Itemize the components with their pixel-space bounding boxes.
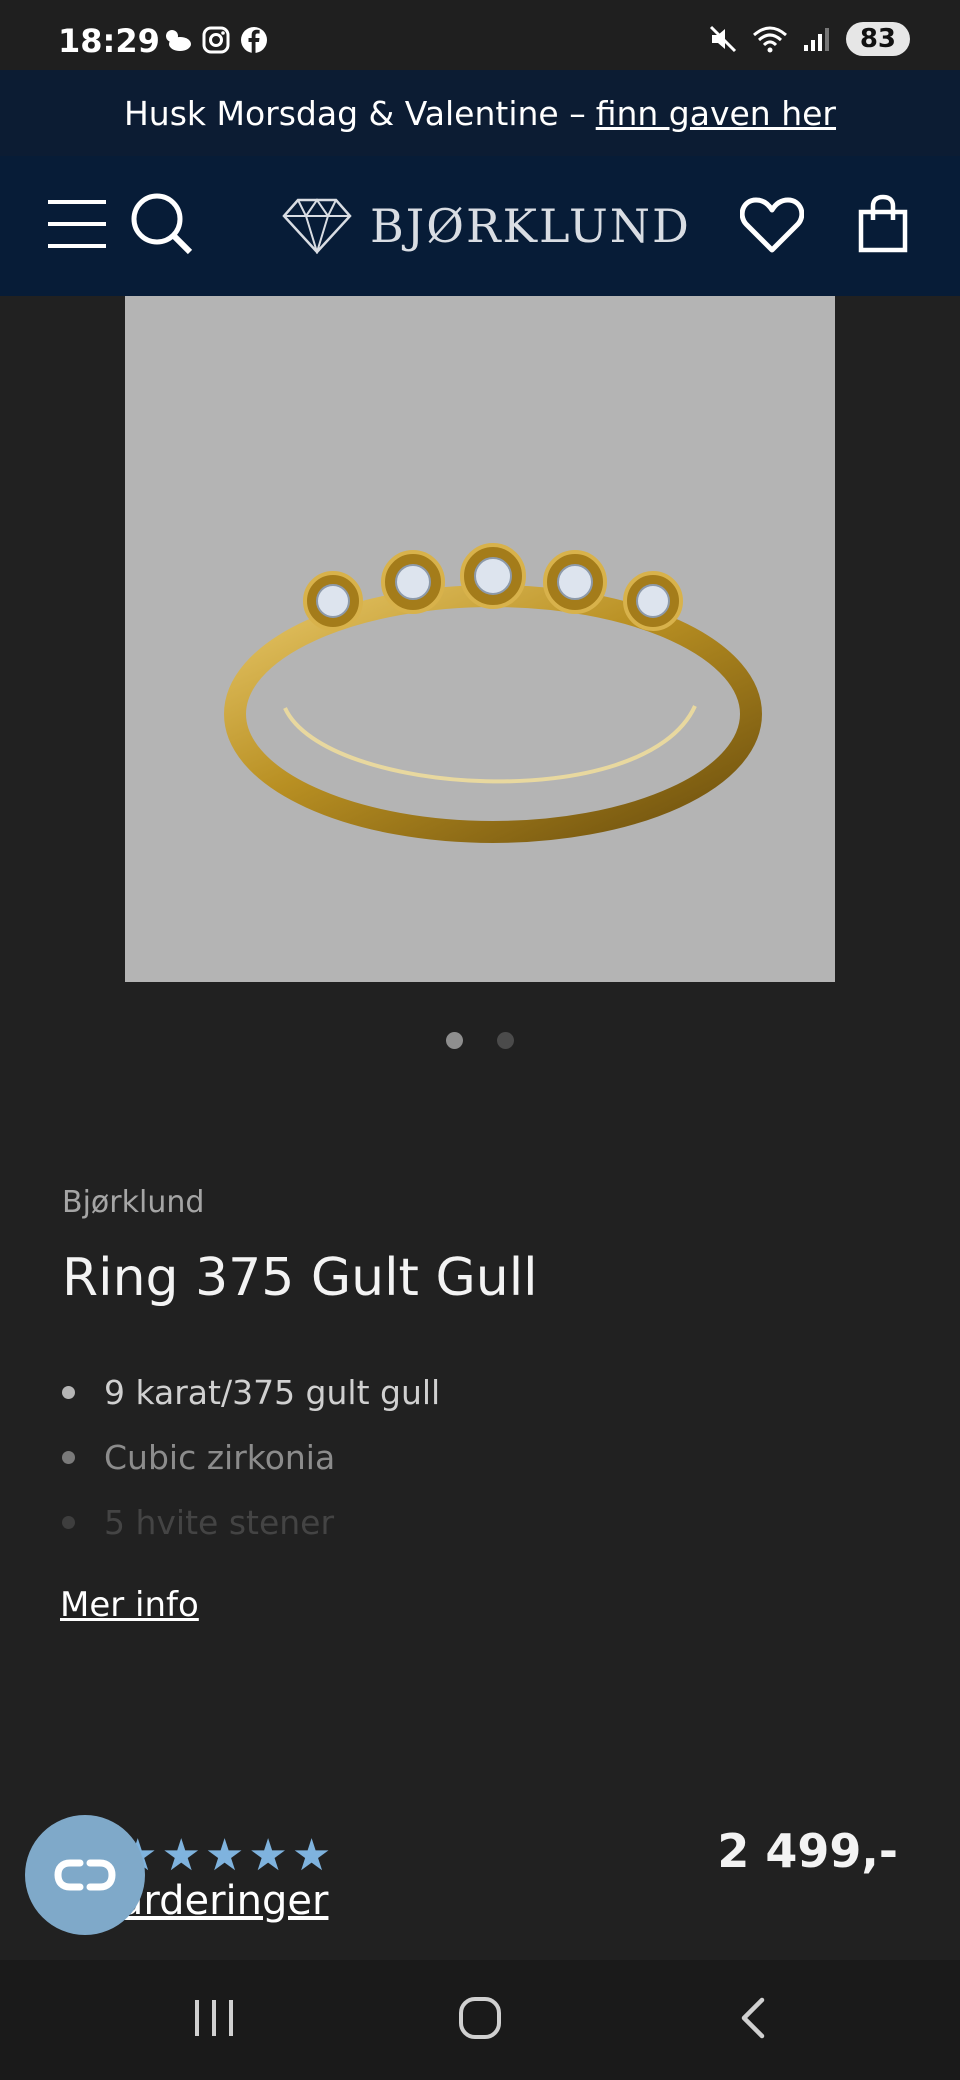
search-icon	[131, 193, 193, 255]
rating-stars[interactable]: ★ ★ ★ ★ ★	[118, 1830, 331, 1881]
chat-icon	[54, 1859, 116, 1891]
signal-icon	[803, 28, 829, 51]
product-title: Ring 375 Gult Gull	[62, 1248, 538, 1308]
instagram-icon	[202, 26, 230, 54]
weather-icon	[166, 30, 191, 51]
back-icon	[741, 1997, 765, 2039]
logo-text: BJØRKLUND	[370, 199, 691, 253]
heart-icon	[739, 197, 805, 253]
site-logo[interactable]: BJØRKLUND	[282, 198, 691, 254]
product-image[interactable]	[125, 296, 835, 982]
more-info-link[interactable]: Mer info	[60, 1585, 199, 1625]
home-button[interactable]	[458, 1996, 502, 2044]
status-bar: 18:29 83	[0, 0, 960, 70]
product-features: 9 karat/375 gult gull Cubic zirkonia 5 h…	[62, 1360, 440, 1555]
recent-apps-button[interactable]	[193, 1996, 235, 2044]
site-header: BJØRKLUND	[0, 156, 960, 296]
feature-text: 9 karat/375 gult gull	[104, 1373, 441, 1412]
status-notification-icons	[162, 26, 268, 54]
gallery-pagination	[0, 1032, 960, 1049]
status-system-icons: 83	[708, 22, 910, 56]
search-button[interactable]	[130, 192, 194, 260]
system-navigation-bar	[0, 1960, 960, 2080]
promo-link[interactable]: finn gaven her	[596, 94, 836, 133]
gallery-dot-1[interactable]	[446, 1032, 463, 1049]
battery-indicator: 83	[845, 22, 910, 56]
back-button[interactable]	[736, 1996, 768, 2044]
product-brand[interactable]: Bjørklund	[62, 1185, 204, 1220]
home-icon	[459, 1997, 501, 2039]
feature-item: 9 karat/375 gult gull	[62, 1360, 440, 1425]
feature-text: Cubic zirkonia	[104, 1438, 336, 1477]
star-icon: ★	[291, 1830, 332, 1881]
recent-apps-icon	[195, 2000, 233, 2036]
status-time: 18:29	[58, 22, 160, 60]
cart-button[interactable]	[858, 194, 908, 258]
ring-illustration	[224, 543, 762, 843]
wifi-icon	[752, 26, 787, 53]
bullet-icon	[62, 1451, 75, 1464]
hamburger-icon	[48, 200, 106, 248]
wishlist-button[interactable]	[739, 196, 805, 258]
product-price: 2 499,-	[717, 1824, 898, 1878]
promo-banner: Husk Morsdag & Valentine – finn gaven he…	[0, 70, 960, 156]
battery-level: 83	[859, 24, 896, 54]
menu-button[interactable]	[48, 196, 106, 256]
chat-bubble-button[interactable]	[25, 1815, 145, 1935]
feature-text: 5 hvite stener	[104, 1503, 335, 1542]
diamond-icon	[282, 198, 352, 254]
feature-item: Cubic zirkonia	[62, 1425, 440, 1490]
promo-text: Husk Morsdag & Valentine –	[123, 93, 586, 133]
mute-icon	[709, 25, 736, 53]
star-icon: ★	[161, 1830, 201, 1881]
facebook-icon	[241, 27, 267, 53]
bullet-icon	[62, 1516, 75, 1529]
gallery-dot-2[interactable]	[497, 1032, 514, 1049]
bullet-icon	[62, 1386, 75, 1399]
reviews-link[interactable]: urderinger	[118, 1878, 328, 1924]
star-icon: ★	[248, 1830, 288, 1881]
star-icon: ★	[204, 1830, 245, 1881]
feature-item: 5 hvite stener	[62, 1490, 440, 1555]
shopping-bag-icon	[858, 194, 908, 253]
